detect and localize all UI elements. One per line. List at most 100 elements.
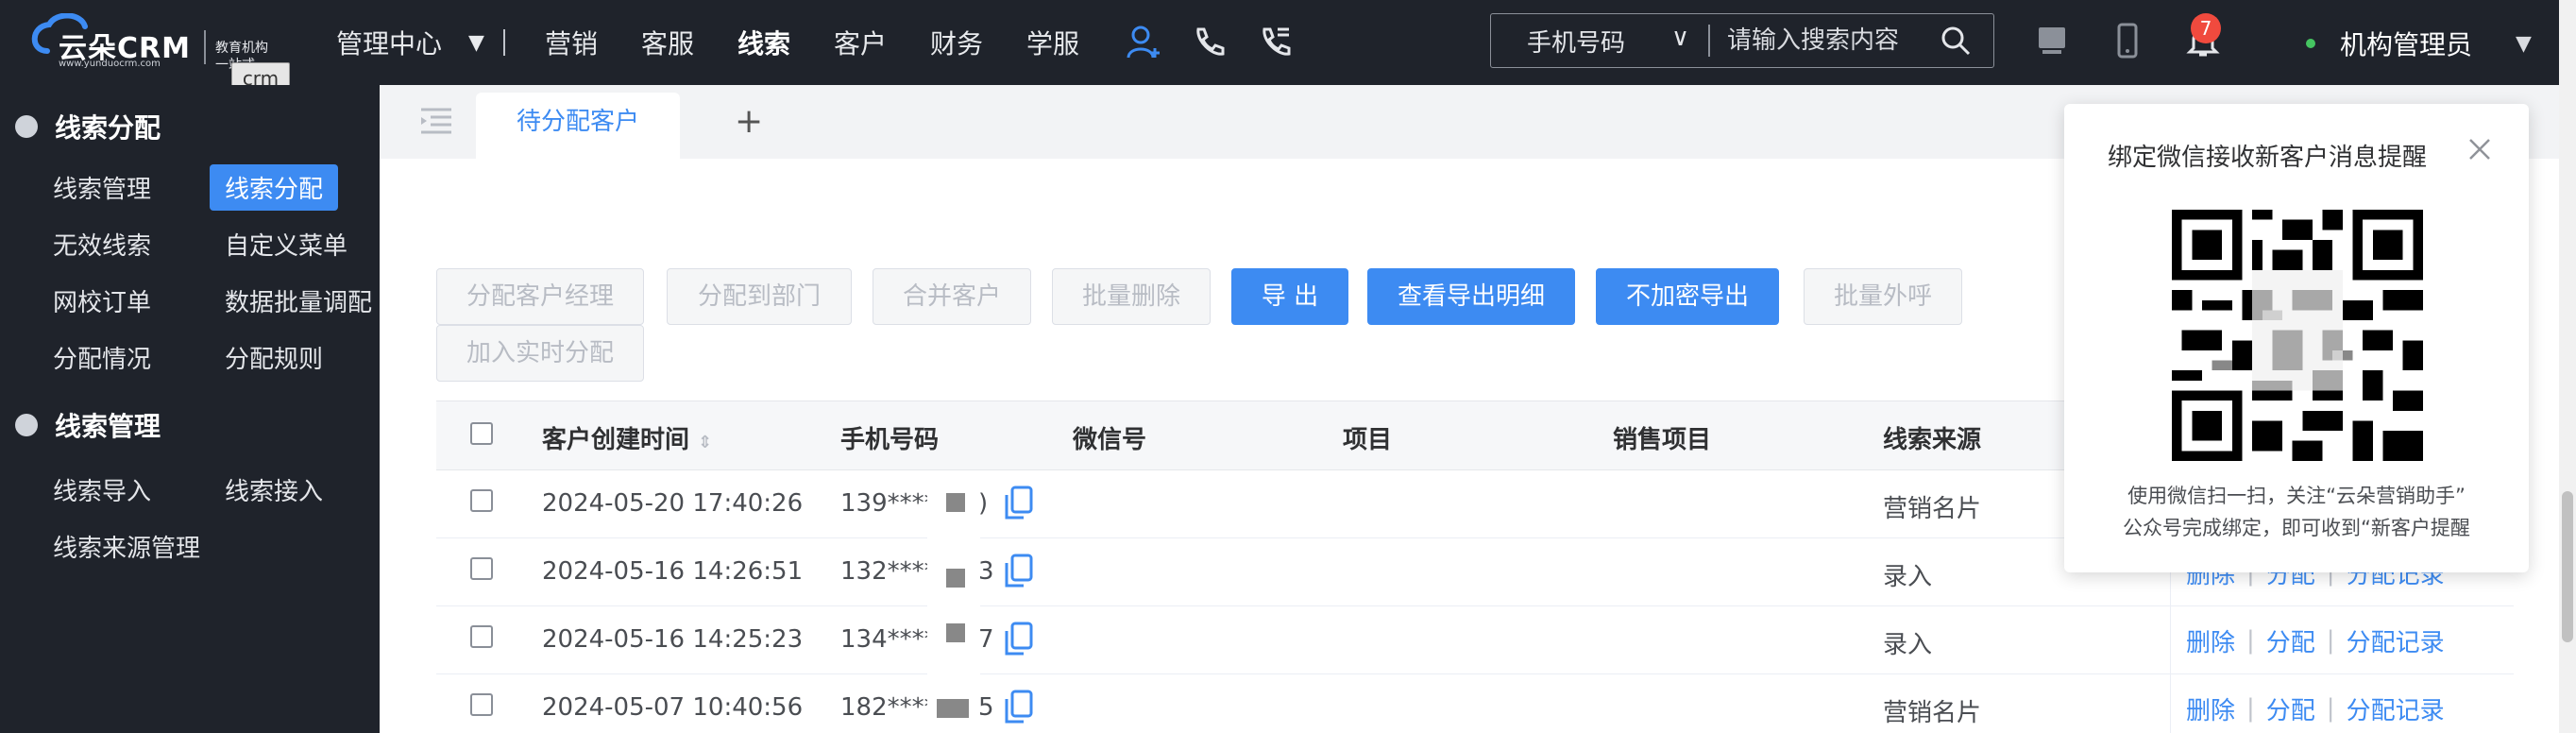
- cell-phone-end: ): [978, 489, 989, 518]
- header-label: 客户创建时间: [542, 426, 690, 454]
- close-icon[interactable]: [2465, 134, 2495, 164]
- cell-phone-end: 5: [978, 693, 994, 722]
- assign-link[interactable]: 分配: [2266, 623, 2315, 658]
- add-user-icon[interactable]: [1123, 22, 1164, 63]
- search-icon[interactable]: [1939, 24, 1973, 58]
- sidebar-group-lead-assign[interactable]: 线索分配: [15, 108, 161, 145]
- merge-customer-button[interactable]: 合并客户: [873, 268, 1031, 325]
- page-scrollbar[interactable]: [2559, 0, 2576, 733]
- header-phone: 手机号码: [840, 426, 940, 454]
- cell-phone: 134****: [840, 625, 937, 654]
- assign-manager-button[interactable]: 分配客户经理: [436, 268, 644, 325]
- row-actions: 删除 | 分配 | 分配记录: [2170, 606, 2514, 674]
- hexagon-icon: [15, 115, 38, 138]
- cell-source: 营销名片: [1883, 495, 1982, 523]
- cell-source: 录入: [1883, 563, 1933, 591]
- table-row[interactable]: 2024-05-07 10:40:56 182**** 5 营销名片 删除 | 分…: [436, 674, 2514, 733]
- table-row[interactable]: 2024-05-16 14:25:23 134**** 7 录入 删除 | 分配 |…: [436, 606, 2514, 674]
- cell-phone: 182****: [840, 693, 937, 722]
- phone-redaction: [927, 674, 980, 733]
- global-search: 手机号码 ∨: [1490, 13, 1994, 68]
- copy-icon[interactable]: [1003, 688, 1035, 725]
- nav-leads[interactable]: 线索: [737, 24, 790, 61]
- sidebar-item-lead-access[interactable]: 线索接入: [225, 472, 323, 507]
- sidebar-group-lead-manage[interactable]: 线索管理: [15, 406, 161, 444]
- assign-dept-button[interactable]: 分配到部门: [667, 268, 852, 325]
- user-name: 机构管理员: [2340, 29, 2473, 60]
- row-checkbox[interactable]: [470, 693, 493, 716]
- sidebar-item-lead-import[interactable]: 线索导入: [53, 472, 151, 507]
- copy-icon[interactable]: [1003, 552, 1035, 589]
- search-type-select[interactable]: 手机号码 ∨: [1491, 24, 1708, 59]
- sidebar-item-lead-assign[interactable]: 线索分配: [210, 164, 339, 211]
- export-detail-button[interactable]: 查看导出明细: [1367, 268, 1575, 325]
- delete-link[interactable]: 删除: [2186, 691, 2235, 726]
- header-created-time[interactable]: 客户创建时间 ⇕: [542, 420, 712, 455]
- assign-record-link[interactable]: 分配记录: [2347, 691, 2445, 726]
- scrollbar-thumb[interactable]: [2562, 491, 2573, 642]
- mobile-icon[interactable]: [2106, 19, 2149, 62]
- sidebar-item-assign-rules[interactable]: 分配规则: [225, 340, 323, 375]
- delete-link[interactable]: 删除: [2186, 623, 2235, 658]
- user-menu[interactable]: 机构管理员 ▼: [2306, 25, 2532, 62]
- search-input[interactable]: [1710, 26, 1927, 55]
- export-button[interactable]: 导 出: [1231, 268, 1348, 325]
- nav-admin-center[interactable]: 管理中心: [336, 24, 442, 61]
- row-checkbox[interactable]: [470, 625, 493, 648]
- desktop-icon[interactable]: [2030, 19, 2074, 62]
- call-log-icon[interactable]: [1255, 22, 1296, 63]
- tab-unassigned-customers[interactable]: 待分配客户: [476, 93, 680, 159]
- hexagon-icon: [15, 414, 38, 436]
- cell-created: 2024-05-07 10:40:56: [542, 693, 804, 722]
- batch-delete-button[interactable]: 批量删除: [1052, 268, 1211, 325]
- export-unencrypted-button[interactable]: 不加密导出: [1596, 268, 1779, 325]
- separator: |: [2326, 626, 2335, 655]
- logo-divider: [204, 30, 206, 64]
- row-actions: 删除 | 分配 | 分配记录: [2170, 674, 2514, 733]
- copy-icon[interactable]: [1003, 620, 1035, 657]
- row-checkbox[interactable]: [470, 489, 493, 512]
- menu-collapse-icon[interactable]: [417, 102, 455, 140]
- cell-source: 录入: [1883, 631, 1933, 659]
- phone-call-icon[interactable]: [1189, 22, 1230, 63]
- batch-call-button[interactable]: 批量外呼: [1804, 268, 1962, 325]
- copy-icon[interactable]: [1003, 484, 1035, 521]
- sidebar-item-lead-source[interactable]: 线索来源管理: [53, 529, 200, 564]
- sidebar-item-invalid-leads[interactable]: 无效线索: [53, 227, 151, 262]
- logo[interactable]: 云朵CRM www.yunduocrm.com 教育机构一站式 crm: [28, 8, 290, 93]
- sidebar-item-batch-adjust[interactable]: 数据批量调配: [225, 283, 372, 318]
- sidebar-item-assign-status[interactable]: 分配情况: [53, 340, 151, 375]
- nav-academic[interactable]: 学服: [1026, 24, 1079, 61]
- nav-customers[interactable]: 客户: [834, 24, 887, 61]
- assign-link[interactable]: 分配: [2266, 691, 2315, 726]
- nav-finance[interactable]: 财务: [930, 24, 983, 61]
- main-nav: 管理中心 ▼ 营销 客服 线索 客户 财务 学服: [336, 0, 1321, 85]
- cell-phone: 139****: [840, 489, 937, 518]
- phone-redaction: [927, 470, 980, 538]
- add-tab-button[interactable]: +: [735, 102, 763, 141]
- sidebar-item-custom-menu[interactable]: 自定义菜单: [225, 227, 347, 262]
- wechat-bind-popup: 绑定微信接收新客户消息提醒 使用微信扫一扫，关注“云朵营销助手” 公众号完成绑定…: [2064, 104, 2529, 572]
- sidebar-item-lead-manage[interactable]: 线索管理: [53, 170, 151, 205]
- sort-icon[interactable]: ⇕: [698, 433, 712, 452]
- popup-desc-line1: 使用微信扫一扫，关注“云朵营销助手”: [2127, 485, 2466, 507]
- cell-source: 营销名片: [1883, 699, 1982, 727]
- header-sales-project: 销售项目: [1613, 426, 1712, 454]
- chevron-down-icon[interactable]: ▼: [468, 31, 484, 55]
- cell-created: 2024-05-16 14:26:51: [542, 557, 804, 586]
- phone-redaction: [927, 538, 980, 606]
- cell-phone: 132****: [840, 557, 937, 586]
- nav-service[interactable]: 客服: [641, 24, 694, 61]
- nav-marketing[interactable]: 营销: [545, 24, 598, 61]
- online-status-dot: [2306, 39, 2315, 48]
- search-type-label: 手机号码: [1527, 28, 1626, 58]
- select-all-checkbox[interactable]: [470, 422, 493, 445]
- row-checkbox[interactable]: [470, 557, 493, 580]
- sidebar-group-label: 线索分配: [55, 112, 161, 144]
- sidebar-item-online-orders[interactable]: 网校订单: [53, 283, 151, 318]
- header-wechat: 微信号: [1073, 426, 1147, 454]
- sidebar-group-label: 线索管理: [55, 411, 161, 442]
- add-realtime-assign-button[interactable]: 加入实时分配: [436, 325, 644, 382]
- sidebar: 线索分配 线索管理 线索分配 无效线索 自定义菜单 网校订单 数据批量调配 分配…: [0, 85, 380, 733]
- assign-record-link[interactable]: 分配记录: [2347, 623, 2445, 658]
